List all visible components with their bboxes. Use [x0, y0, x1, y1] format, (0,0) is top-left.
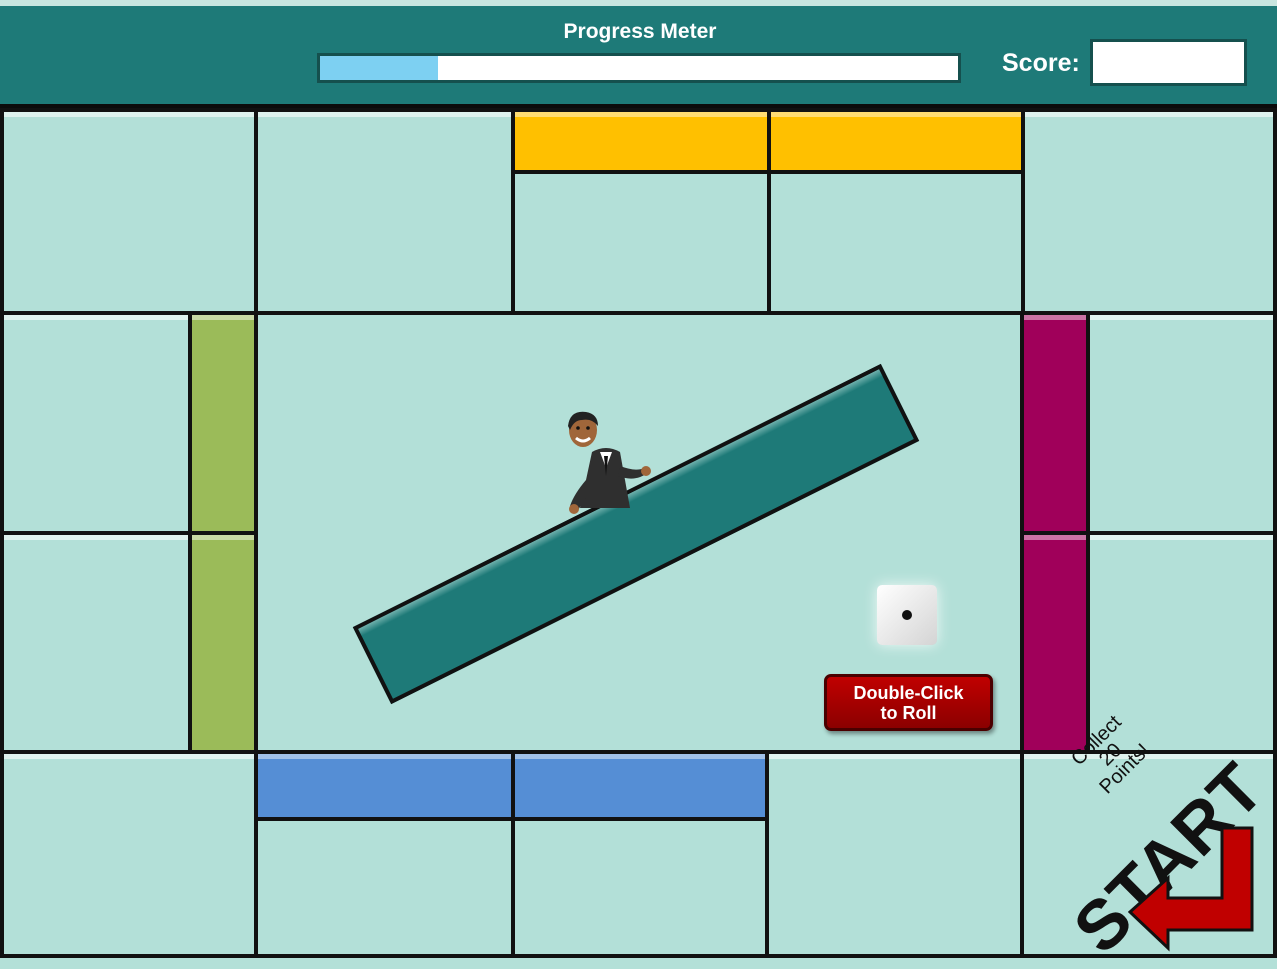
board-space-bottom-3: [765, 750, 1025, 958]
roll-button-label-line2: to Roll: [880, 703, 937, 723]
die-icon[interactable]: [877, 585, 937, 645]
header-highlight: [0, 0, 1277, 6]
roll-button-label-line1: Double-Click: [853, 683, 964, 703]
orange-property-band-1: [511, 108, 771, 174]
progress-meter: [317, 53, 961, 83]
score-field: [1090, 39, 1247, 86]
board-space-top-corner-left: [0, 108, 258, 315]
host-character-icon: [568, 411, 651, 514]
orange-property-band-2: [767, 108, 1025, 174]
magenta-property-band-1: [1020, 311, 1090, 535]
blue-property-band-2: [511, 750, 769, 821]
board-space-bottom-corner-left: [0, 750, 258, 958]
start-arrow-icon: [1128, 826, 1254, 952]
progress-fill: [320, 56, 439, 80]
roll-button[interactable]: Double-Click to Roll: [824, 674, 993, 731]
blue-property-band-1: [254, 750, 515, 821]
green-property-band-1: [188, 311, 258, 535]
die-pip: [902, 610, 912, 620]
magenta-property-band-2: [1020, 531, 1090, 754]
board-space-top-1: [254, 108, 515, 315]
board-space-top-corner-right: [1021, 108, 1277, 315]
score-label: Score:: [1002, 49, 1080, 77]
game-header: Progress Meter Score:: [0, 0, 1277, 108]
progress-title: Progress Meter: [563, 20, 717, 43]
green-property-band-2: [188, 531, 258, 754]
